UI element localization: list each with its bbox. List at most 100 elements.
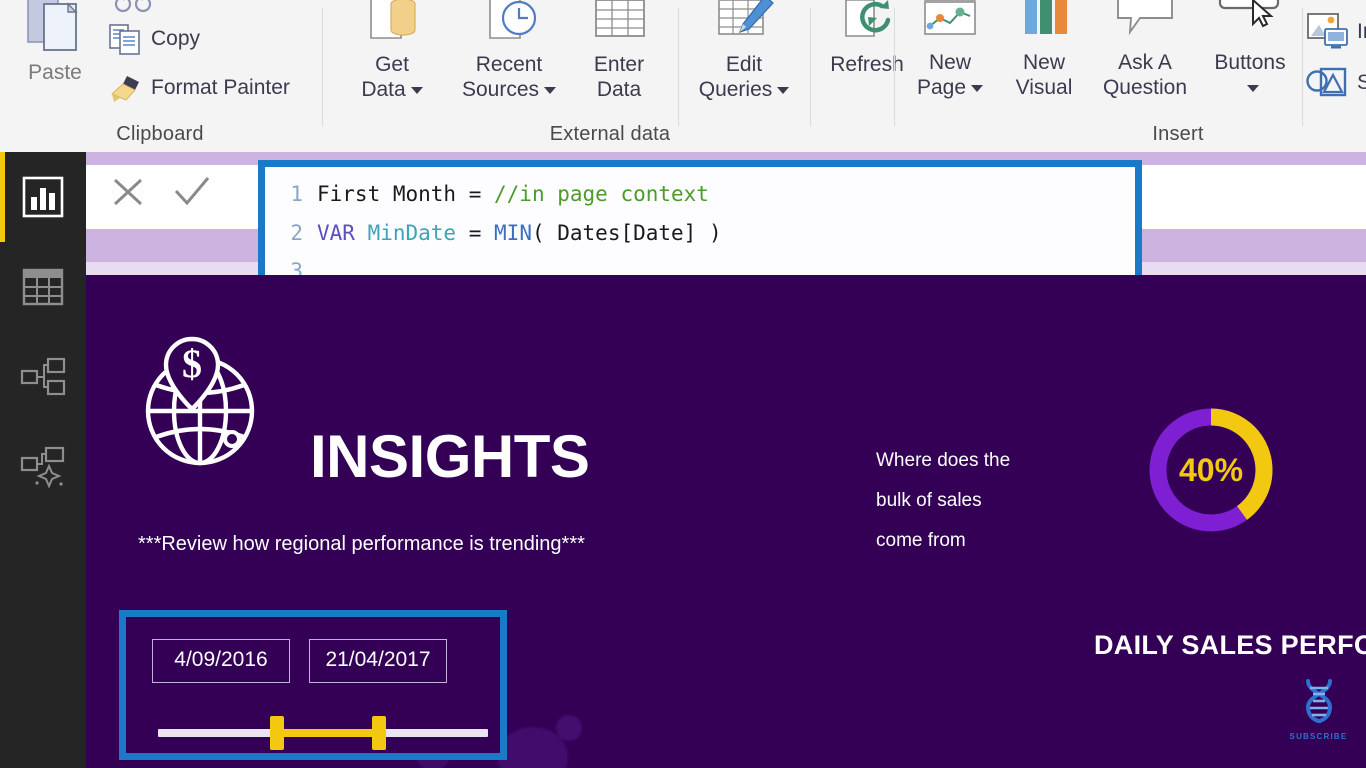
ribbon-group-insert: New Page New Visual Ask A Question Butto… [898,0,1366,152]
code-token: VAR [317,220,368,245]
edit-queries-label-1: Edit [725,53,763,76]
code-token: //in page context [494,182,709,206]
slicer-start-date[interactable]: 4/09/2016 [152,639,290,683]
left-navigation [0,152,86,768]
slicer-handle-left[interactable] [269,716,284,750]
sidebar-item-model-ai-view[interactable] [0,422,86,512]
ask-question-label-2: Question [1102,76,1188,99]
new-page-icon [924,0,976,35]
subscribe-label: SUBSCRIBE [1289,732,1348,741]
shapes-icon [1306,67,1347,97]
speech-bubble-icon [1117,0,1173,36]
ask-question-button[interactable]: Ask A Question [1088,0,1202,100]
get-data-label-1: Get [375,53,409,76]
question-line: Where does the [876,450,1011,471]
buttons-icon [1218,0,1280,28]
chevron-down-icon[interactable] [410,86,423,94]
cut-button[interactable] [112,0,156,19]
paste-icon [27,0,78,51]
copy-button[interactable]: Copy [108,22,200,56]
paste-label: Paste [28,61,82,84]
slicer-end-date[interactable]: 21/04/2017 [309,639,447,683]
question-line: come from [876,530,966,551]
copy-icon [109,24,140,55]
code-token: MinDate [367,220,469,245]
get-data-icon [370,0,416,39]
edit-queries-label-2: Queries [684,77,804,102]
shapes-label: Sh [1357,71,1366,95]
subscribe-watermark[interactable]: SUBSCRIBE [1281,675,1356,741]
svg-text:$: $ [182,341,202,386]
code-token: MIN [494,220,532,245]
relationships-icon [20,357,66,396]
scissors-icon [114,0,152,13]
slicer-track[interactable] [158,716,488,750]
chevron-down-icon[interactable] [971,84,984,92]
image-button[interactable]: Im [1306,12,1366,52]
image-icon [1307,13,1348,49]
power-bi-window: Paste Copy Format Painter Clipboard Get … [0,0,1366,768]
code-line-text: First Month = //in page context [317,175,709,214]
chevron-down-icon[interactable] [1246,84,1259,92]
clipboard-group-caption: Clipboard [116,123,204,145]
ribbon-group-clipboard: Paste Copy Format Painter Clipboard [0,0,320,152]
ask-question-label-1: Ask A [1118,51,1172,74]
question-line: bulk of sales [876,490,982,511]
new-visual-button[interactable]: New Visual [1000,0,1088,100]
format-painter-label: Format Painter [151,76,290,99]
code-line-text: VAR MinDate = MIN( Dates[Date] ) [317,214,722,253]
slicer-handle-right[interactable] [372,716,387,750]
external-data-group-caption: External data [549,123,671,145]
code-line: 2 VAR MinDate = MIN( Dates[Date] ) [265,214,1135,253]
recent-sources-button[interactable]: Recent Sources [446,0,572,102]
chevron-down-icon[interactable] [777,86,790,94]
ribbon-group-external-data: Get Data Recent Sources Enter Data Edit … [326,0,904,152]
code-line: 1 First Month = //in page context [265,175,1135,214]
slicer-selected-range [276,729,380,737]
code-token: First Month = [317,182,495,206]
table-icon [22,268,64,306]
donut-chart-value: 40% [1178,451,1244,488]
date-range-slicer[interactable]: 4/09/2016 21/04/2017 [119,610,507,760]
copy-label: Copy [151,27,201,50]
edit-queries-icon [718,0,774,35]
new-visual-label-1: New [1022,51,1065,74]
sidebar-item-data-view[interactable] [0,242,86,332]
image-label: Im [1357,20,1366,43]
buttons-dropdown[interactable] [1198,75,1302,100]
new-visual-icon [1025,0,1067,34]
edit-queries-button[interactable]: Edit Queries [684,0,804,102]
commit-formula-icon[interactable] [170,174,214,210]
sidebar-item-model-view[interactable] [0,332,86,422]
page-subtitle: ***Review how regional performance is tr… [138,533,585,555]
get-data-button[interactable]: Get Data [344,0,440,102]
enter-data-button[interactable]: Enter Data [568,0,670,102]
table-grid-icon [595,0,645,37]
recent-sources-label-1: Recent [475,53,543,76]
format-painter-button[interactable]: Format Painter [108,72,290,104]
new-visual-label-2: Visual [1015,76,1073,99]
bar-chart-icon [22,176,64,218]
new-page-label-1: New [928,51,971,74]
code-line-number: 1 [290,182,303,206]
new-page-button[interactable]: New Page [902,0,998,100]
refresh-icon [845,0,891,37]
ribbon: Paste Copy Format Painter Clipboard Get … [0,0,1366,153]
paste-button[interactable]: Paste [10,0,100,85]
get-data-label-2: Data [344,77,440,102]
daily-sales-header: DAILY SALES PERFO [1094,630,1366,660]
question-text: Where does the bulk of sales come from [876,441,1010,561]
chevron-down-icon[interactable] [544,86,557,94]
buttons-label: Buttons [1214,51,1286,74]
page-title: INSIGHTS [310,423,590,490]
globe-dollar-pin-icon: $ [128,323,264,480]
cancel-formula-icon[interactable] [108,174,148,210]
sidebar-item-report-view[interactable] [0,152,86,242]
buttons-button[interactable]: Buttons [1198,0,1302,100]
shapes-button[interactable]: Sh [1306,64,1366,102]
recent-sources-label-2: Sources [446,77,572,102]
donut-chart[interactable]: 40% [1141,400,1281,540]
new-page-label-2: Page [902,75,998,100]
code-line-number: 2 [290,220,303,245]
recent-sources-icon [489,0,537,39]
